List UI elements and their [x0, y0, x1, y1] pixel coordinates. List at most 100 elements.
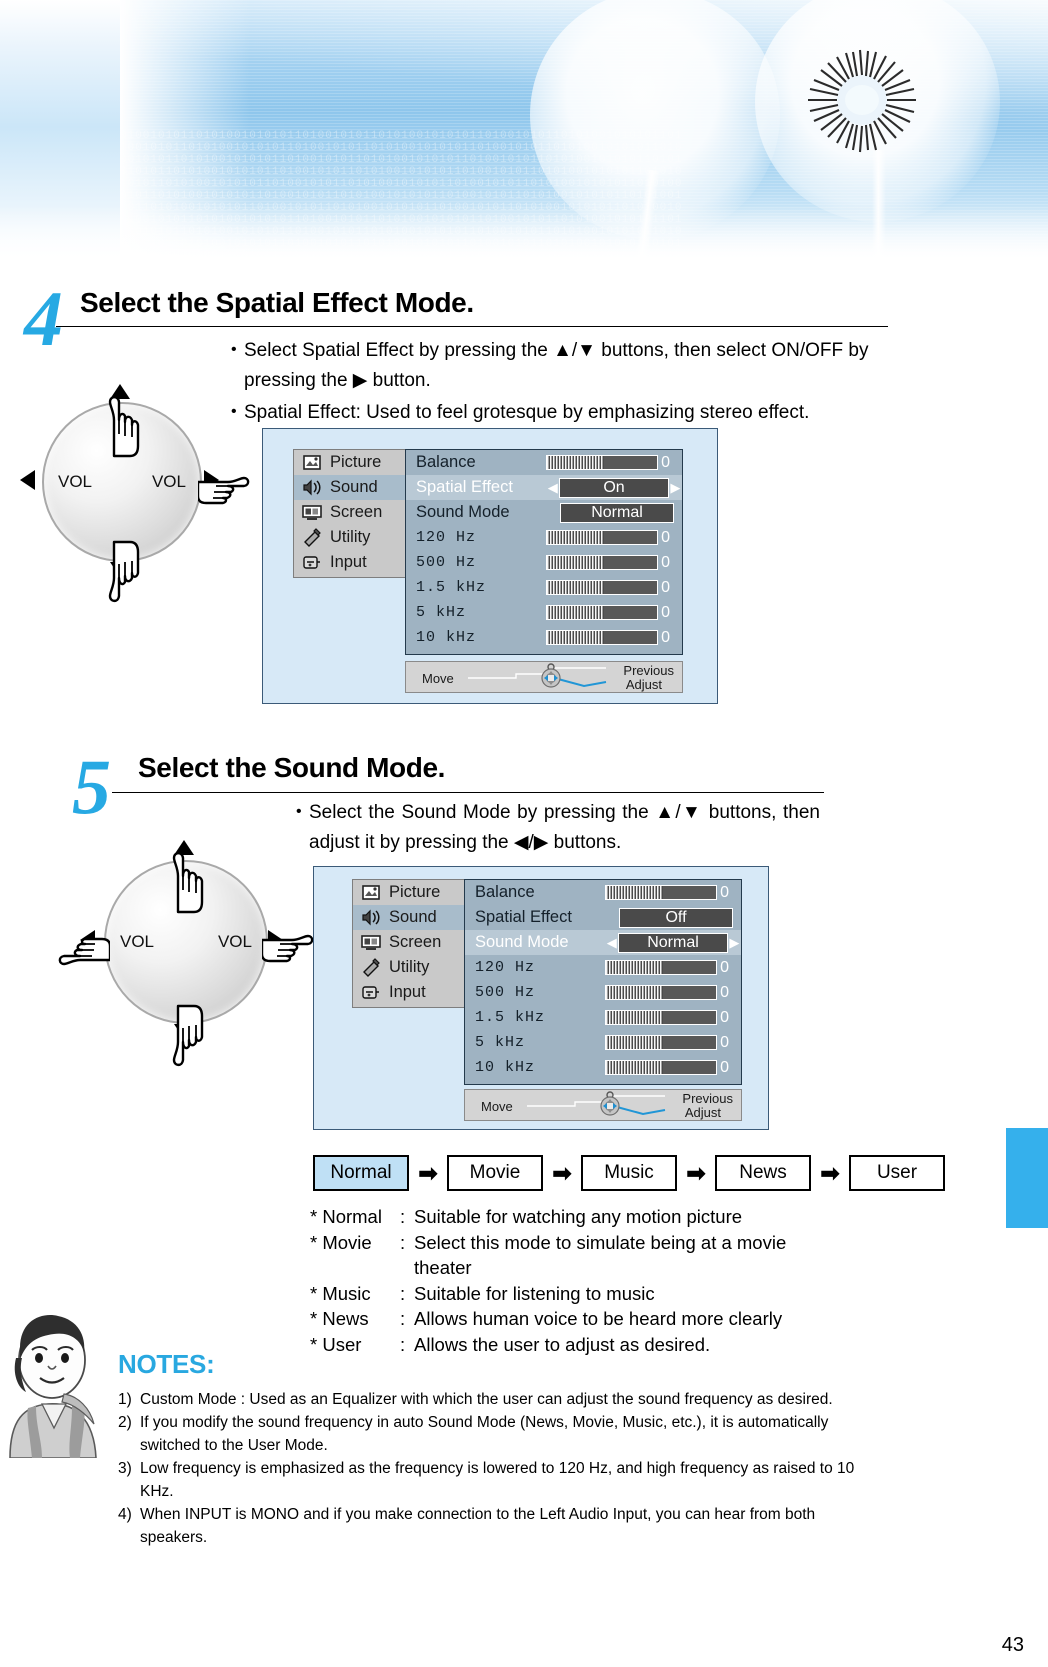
mode-desc-colon: :: [400, 1333, 406, 1355]
sound-icon: [360, 908, 382, 927]
mode-desc-key: * Normal: [310, 1206, 382, 1227]
page-edge-tab: [1006, 1128, 1048, 1228]
sidebar-label: Screen: [389, 933, 442, 951]
step-5-number: 5: [72, 743, 111, 830]
sidebar-item-picture[interactable]: Picture: [294, 450, 406, 475]
eq-bar-5khz[interactable]: [605, 1035, 717, 1050]
osd-menu-spatial-effect[interactable]: Picture Sound Screen Utility Input Balan…: [262, 428, 718, 704]
osd-row-balance[interactable]: Balance 0: [406, 450, 682, 475]
step-4-bullet-1: Select Spatial Effect by pressing the ▲/…: [231, 335, 891, 396]
osd-row-1_5khz[interactable]: 1.5 kHz 0: [406, 575, 682, 600]
osd1-settings-panel[interactable]: Balance 0 Spatial Effect ◀ On ▶ Sound Mo…: [405, 449, 683, 655]
hand-pointer-left-icon: [38, 922, 112, 983]
eq-bar-120hz[interactable]: [546, 530, 658, 545]
note-number: 4): [118, 1506, 132, 1523]
osd-row-spatial-effect[interactable]: Spatial Effect Off: [465, 905, 741, 930]
osd-row-500hz[interactable]: 500 Hz 0: [465, 980, 741, 1005]
volume-dial-step-5[interactable]: VOL VOL: [58, 818, 322, 1078]
note-number: 2): [118, 1414, 132, 1431]
step-5-rule: [112, 792, 824, 793]
sound-mode-flow: Normal ➡ Movie ➡ Music ➡ News ➡ User: [313, 1155, 945, 1191]
flow-item-music[interactable]: Music: [581, 1155, 677, 1191]
eq-bar-500hz[interactable]: [605, 985, 717, 1000]
right-arrow-icon[interactable]: ▶: [728, 935, 741, 951]
osd-row-120hz[interactable]: 120 Hz 0: [406, 525, 682, 550]
sidebar-item-picture[interactable]: Picture: [353, 880, 465, 905]
sidebar-label: Sound: [389, 908, 437, 926]
eq-bar-1-5khz[interactable]: [605, 1010, 717, 1025]
osd-row-sound-mode[interactable]: Sound Mode Normal: [406, 500, 682, 525]
eq-bar-1-5khz[interactable]: [546, 580, 658, 595]
row-value[interactable]: Normal: [618, 932, 728, 953]
row-value[interactable]: Normal: [560, 502, 674, 523]
mode-desc-colon: :: [400, 1308, 406, 1329]
sidebar-item-screen[interactable]: Screen: [353, 930, 465, 955]
row-label: 500 Hz: [475, 984, 536, 1001]
osd-row-5khz[interactable]: 5 kHz 0: [406, 600, 682, 625]
notes-list: 1) Custom Mode : Used as an Equalizer wi…: [118, 1388, 918, 1549]
osd-row-500hz[interactable]: 500 Hz 0: [406, 550, 682, 575]
osd-row-sound-mode[interactable]: Sound Mode ◀ Normal ▶: [465, 930, 741, 955]
eq-bar-120hz[interactable]: [605, 960, 717, 975]
row-value[interactable]: On: [559, 477, 669, 498]
sidebar-item-input[interactable]: Input: [294, 550, 406, 575]
step-4-number: 4: [24, 275, 63, 362]
osd-row-10khz[interactable]: 10 kHz 0: [406, 625, 682, 650]
screen-icon: [301, 503, 323, 522]
flow-item-user[interactable]: User: [849, 1155, 945, 1191]
left-arrow-icon[interactable]: ◀: [605, 935, 618, 951]
note-item-2-cont: switched to the User Mode.: [140, 1437, 328, 1454]
osd-row-10khz[interactable]: 10 kHz 0: [465, 1055, 741, 1080]
osd2-settings-panel[interactable]: Balance 0 Spatial Effect Off Sound Mode …: [464, 879, 742, 1085]
hand-pointer-down-icon: [96, 536, 152, 613]
right-arrow-icon[interactable]: ▶: [669, 480, 682, 496]
eq-bar-10khz[interactable]: [546, 630, 658, 645]
mode-desc-key: * User: [310, 1333, 362, 1355]
sidebar-item-utility[interactable]: Utility: [294, 525, 406, 550]
balance-bar[interactable]: [546, 455, 658, 470]
flow-item-movie[interactable]: Movie: [447, 1155, 543, 1191]
osd-row-1_5khz[interactable]: 1.5 kHz 0: [465, 1005, 741, 1030]
note-item-4: 4) When INPUT is MONO and if you make co…: [118, 1503, 918, 1526]
flow-item-normal[interactable]: Normal: [313, 1155, 409, 1191]
row-value: 0: [720, 1008, 729, 1026]
mode-desc-text: Suitable for listening to music: [414, 1282, 655, 1304]
dial-vol-left-label: VOL: [120, 932, 155, 951]
mode-desc-music: * Music : Suitable for listening to musi…: [310, 1281, 930, 1307]
osd-row-120hz[interactable]: 120 Hz 0: [465, 955, 741, 980]
mode-desc-key: * Music: [310, 1282, 371, 1304]
row-value: 0: [720, 1058, 729, 1076]
osd-row-spatial-effect[interactable]: Spatial Effect ◀ On ▶: [406, 475, 682, 500]
row-label: 10 kHz: [416, 629, 477, 646]
sidebar-item-sound[interactable]: Sound: [353, 905, 465, 930]
sidebar-label: Input: [330, 553, 367, 571]
osd-row-balance[interactable]: Balance 0: [465, 880, 741, 905]
dial-vol-left-label: VOL: [58, 472, 93, 491]
row-value[interactable]: Off: [619, 907, 733, 928]
eq-bar-10khz[interactable]: [605, 1060, 717, 1075]
eq-bar-5khz[interactable]: [546, 605, 658, 620]
dial-left-arrow-icon[interactable]: [20, 470, 35, 490]
balance-bar[interactable]: [605, 885, 717, 900]
dial-vol-right-label: VOL: [151, 472, 186, 491]
osd-menu-sound-mode[interactable]: Picture Sound Screen Utility Input Balan…: [313, 866, 769, 1130]
row-value: 0: [661, 453, 670, 471]
step-5-title: Select the Sound Mode.: [138, 752, 446, 783]
left-arrow-icon[interactable]: ◀: [546, 480, 559, 496]
sidebar-item-utility[interactable]: Utility: [353, 955, 465, 980]
osd1-sidebar[interactable]: Picture Sound Screen Utility Input: [293, 449, 407, 578]
row-label: Sound Mode: [475, 933, 569, 951]
mode-desc-user: * User : Allows the user to adjust as de…: [310, 1332, 930, 1358]
osd-row-5khz[interactable]: 5 kHz 0: [465, 1030, 741, 1055]
mode-desc-text: Allows the user to adjust as desired.: [414, 1333, 711, 1355]
volume-dial-step-4[interactable]: VOL VOL: [12, 360, 262, 610]
sidebar-item-input[interactable]: Input: [353, 980, 465, 1005]
page-number: 43: [1001, 1634, 1024, 1656]
osd2-sidebar[interactable]: Picture Sound Screen Utility Input: [352, 879, 466, 1008]
flow-item-news[interactable]: News: [715, 1155, 811, 1191]
row-label: 500 Hz: [416, 554, 477, 571]
sidebar-item-screen[interactable]: Screen: [294, 500, 406, 525]
sidebar-item-sound[interactable]: Sound: [294, 475, 406, 500]
eq-bar-500hz[interactable]: [546, 555, 658, 570]
mode-desc-key: * News: [310, 1308, 369, 1329]
